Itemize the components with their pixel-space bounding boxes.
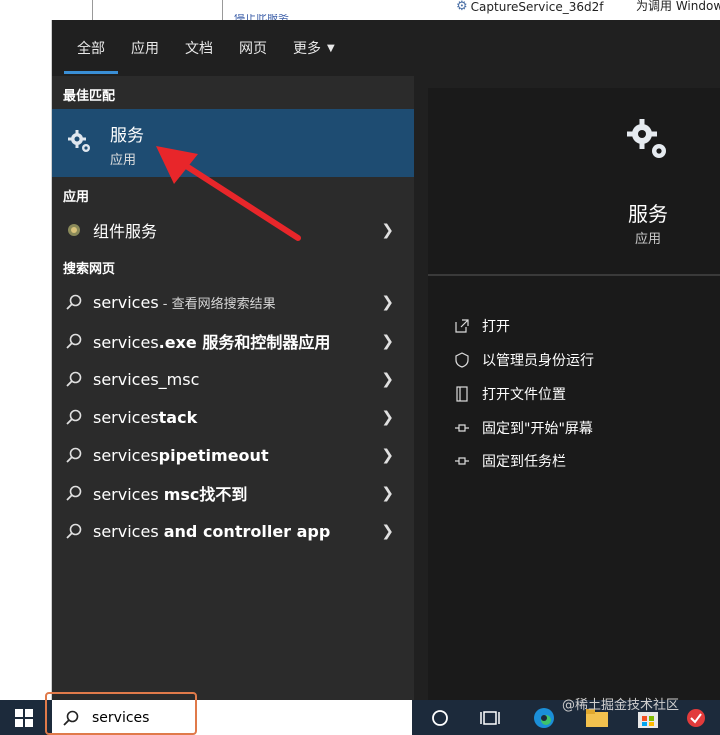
detail-title: 服务 (628, 202, 668, 226)
web-result-bold: tack (158, 407, 198, 427)
search-icon (66, 333, 82, 349)
tab-label: 全部 (77, 41, 105, 57)
tab-label: 文档 (185, 41, 213, 57)
web-result-bold: pipetimeout (158, 445, 269, 465)
tab-label: 更多 (293, 41, 321, 57)
web-result-item[interactable]: servicespipetimeout ❯ (52, 436, 414, 474)
app-item-label: 组件服务 (93, 222, 158, 241)
web-result-text: services (93, 333, 159, 352)
action-label: 以管理员身份运行 (482, 353, 594, 369)
tab-documents[interactable]: 文档 (172, 20, 226, 76)
action-pin-to-start[interactable]: 固定到"开始"屏幕 (454, 416, 593, 440)
web-result-item[interactable]: services - 查看网络搜索结果 ❯ (52, 283, 414, 321)
shield-icon (455, 352, 469, 368)
action-label: 打开 (482, 319, 510, 335)
web-result-item[interactable]: services and controller app ❯ (52, 512, 414, 550)
watermark: @稀土掘金技术社区 (562, 698, 680, 713)
detail-subtitle: 应用 (634, 232, 661, 247)
background-window-left (0, 20, 52, 700)
service-gear-icon: ⚙ (456, 0, 468, 14)
tab-apps[interactable]: 应用 (118, 20, 172, 76)
tab-all[interactable]: 全部 (64, 20, 118, 76)
results-list: 最佳匹配 服务 应用 应用 组件服务 ❯ 搜索网页 services - 查看网… (52, 76, 414, 700)
app-item-component-services[interactable]: 组件服务 ❯ (52, 211, 414, 249)
action-open[interactable]: 打开 (454, 314, 510, 338)
web-result-item[interactable]: servicestack ❯ (52, 398, 414, 436)
tab-web[interactable]: 网页 (226, 20, 280, 76)
action-label: 固定到"开始"屏幕 (482, 421, 593, 437)
edge-browser-icon[interactable] (532, 706, 556, 730)
best-match-item[interactable]: 服务 应用 (52, 109, 414, 177)
search-tabs: 全部 应用 文档 网页 更多 ▼ (52, 20, 720, 76)
windows-logo-icon (15, 708, 33, 727)
web-result-item[interactable]: services_msc ❯ (52, 360, 414, 398)
section-apps: 应用 (63, 190, 90, 205)
section-web: 搜索网页 (63, 262, 116, 277)
chevron-right-icon[interactable]: ❯ (381, 408, 394, 426)
action-pin-to-taskbar[interactable]: 固定到任务栏 (454, 449, 566, 473)
background-service-row: ⚙ CaptureService_36d2f (456, 0, 603, 14)
detail-divider (428, 274, 720, 276)
web-result-text: services_msc (93, 369, 200, 389)
chevron-right-icon[interactable]: ❯ (381, 221, 394, 239)
action-run-as-admin[interactable]: 以管理员身份运行 (454, 348, 594, 372)
web-result-text: services (93, 485, 164, 504)
search-icon (66, 294, 82, 310)
web-result-bold: and controller app (163, 521, 331, 541)
search-icon (66, 485, 82, 501)
web-result-text: services (93, 407, 159, 427)
task-view-icon[interactable] (478, 706, 502, 730)
tab-label: 应用 (131, 41, 159, 57)
gear-icon (68, 130, 90, 152)
chevron-down-icon: ▼ (327, 42, 335, 54)
chevron-right-icon[interactable]: ❯ (381, 332, 394, 350)
action-open-file-location[interactable]: 打开文件位置 (454, 382, 566, 406)
pin-icon (455, 424, 469, 432)
search-icon (63, 710, 79, 726)
web-result-item[interactable]: services msc找不到 ❯ (52, 474, 414, 512)
component-services-icon (68, 224, 80, 236)
search-icon (66, 409, 82, 425)
best-match-subtitle: 应用 (110, 153, 137, 168)
detail-pane: 服务 应用 打开 以管理员身份运行 打开文件位置 固定到"开始"屏幕 固定到任务… (428, 88, 720, 700)
pin-icon (455, 457, 469, 465)
background-service-name: CaptureService_36d2f (470, 0, 604, 14)
search-icon (66, 371, 82, 387)
file-location-icon (456, 386, 468, 402)
start-search-panel: 全部 应用 文档 网页 更多 ▼ 最佳匹配 服务 应用 应用 组件服务 ❯ 搜索… (52, 20, 720, 700)
start-button[interactable] (0, 700, 48, 735)
chevron-right-icon[interactable]: ❯ (381, 370, 394, 388)
web-result-bold: msc找不到 (163, 485, 248, 504)
action-label: 固定到任务栏 (482, 454, 566, 470)
web-result-hint: - 查看网络搜索结果 (158, 296, 276, 312)
open-icon (455, 319, 469, 333)
web-result-item[interactable]: services.exe 服务和控制器应用 ❯ (52, 322, 414, 360)
action-label: 打开文件位置 (482, 387, 566, 403)
web-result-text: services (93, 445, 159, 465)
search-icon (66, 523, 82, 539)
search-input[interactable] (92, 706, 392, 730)
web-result-bold: .exe 服务和控制器应用 (158, 333, 331, 352)
section-best-match: 最佳匹配 (63, 89, 116, 104)
chevron-right-icon[interactable]: ❯ (381, 484, 394, 502)
chevron-right-icon[interactable]: ❯ (381, 293, 394, 311)
background-column-divider (92, 0, 93, 20)
chevron-right-icon[interactable]: ❯ (381, 446, 394, 464)
cortana-icon[interactable] (428, 706, 452, 730)
gear-icon (627, 119, 666, 158)
tab-label: 网页 (239, 41, 267, 57)
web-result-text: services (93, 292, 159, 312)
tab-more[interactable]: 更多 ▼ (280, 20, 348, 76)
taskbar-search-box[interactable] (52, 700, 412, 735)
chevron-right-icon[interactable]: ❯ (381, 522, 394, 540)
web-result-text: services (93, 521, 164, 541)
background-column-divider (222, 0, 223, 20)
search-icon (66, 447, 82, 463)
app-icon[interactable] (684, 706, 708, 730)
best-match-title: 服务 (110, 126, 144, 146)
background-service-desc: 为调用 Window (636, 0, 720, 13)
